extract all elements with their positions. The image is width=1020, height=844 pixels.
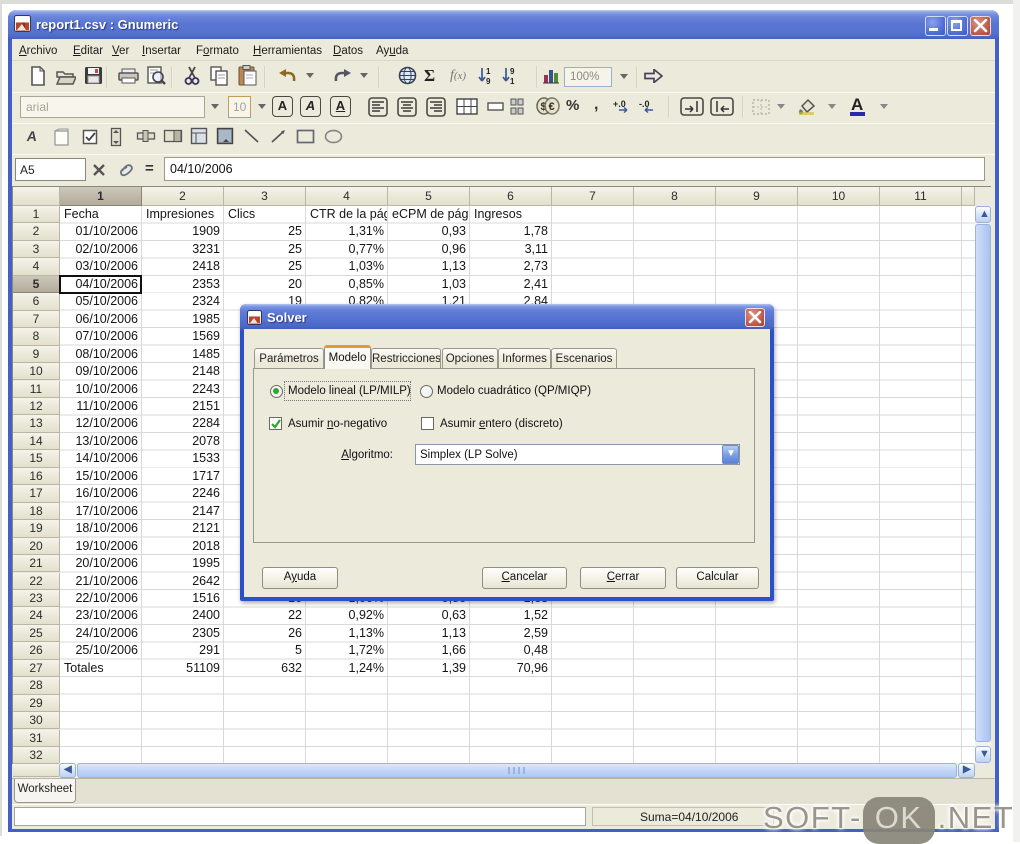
svg-text:9: 9 (510, 67, 515, 76)
svg-text:+.0: +.0 (613, 99, 626, 109)
svg-text:1: 1 (486, 67, 491, 76)
svg-text:1: 1 (510, 77, 515, 85)
svg-text:€: € (549, 101, 555, 113)
svg-text:9: 9 (486, 77, 491, 85)
